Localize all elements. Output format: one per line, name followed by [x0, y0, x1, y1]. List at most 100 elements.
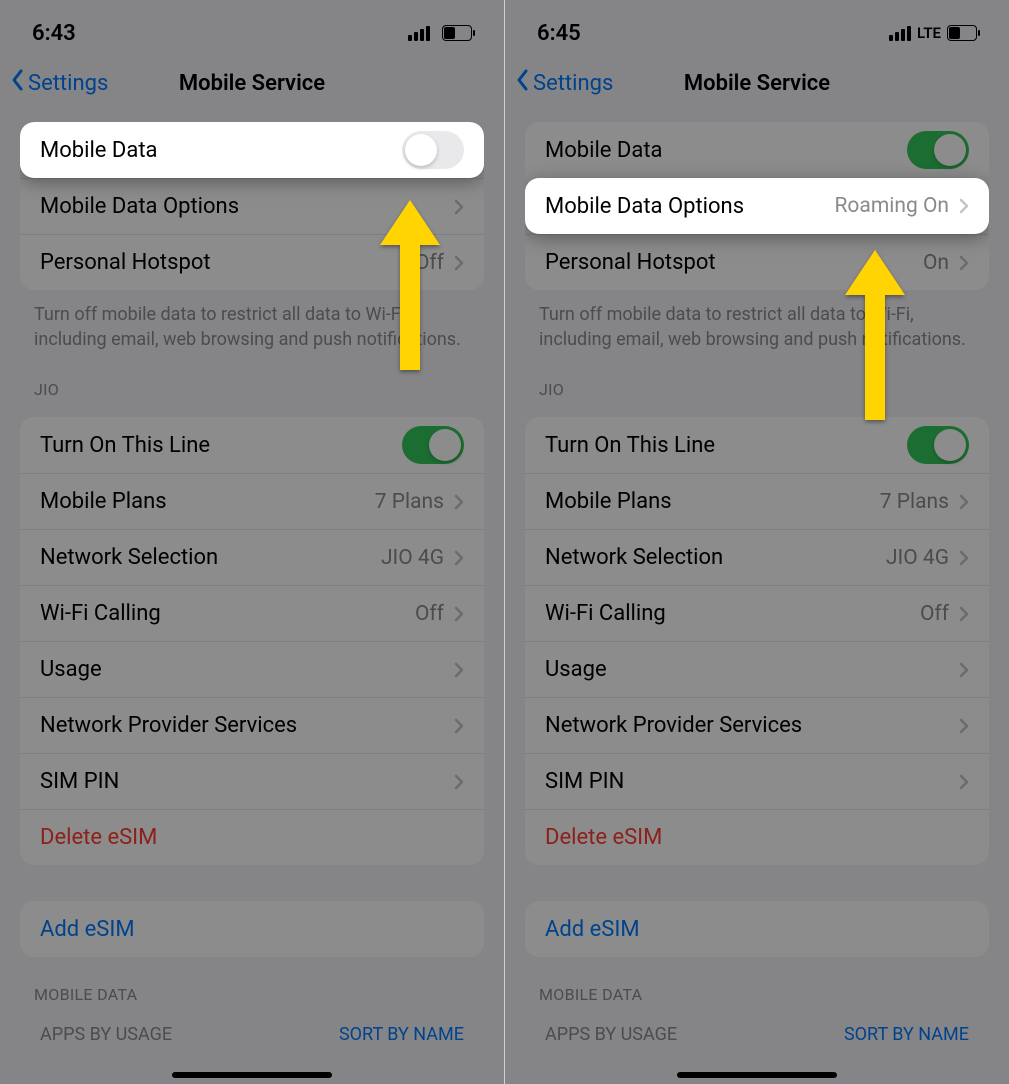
- provider-services-row[interactable]: Network Provider Services: [525, 697, 989, 753]
- mobile-data-group: Mobile Data Mobile Data Options Roaming …: [525, 122, 989, 290]
- status-lte: LTE: [917, 24, 941, 42]
- usage-row[interactable]: Usage: [525, 641, 989, 697]
- status-time: 6:43: [32, 21, 76, 46]
- turn-on-line-label: Turn On This Line: [40, 433, 210, 458]
- status-time: 6:45: [537, 21, 581, 46]
- turn-on-line-row[interactable]: Turn On This Line: [525, 417, 989, 473]
- personal-hotspot-value: Off: [415, 251, 444, 275]
- delete-esim-label: Delete eSIM: [545, 825, 662, 850]
- home-indicator[interactable]: [677, 1072, 837, 1078]
- personal-hotspot-row[interactable]: Personal Hotspot Off: [20, 234, 484, 290]
- phone-right: 6:45 LTE Settings Mobile Service Mobile …: [505, 0, 1009, 1084]
- add-esim-group: Add eSIM: [525, 901, 989, 957]
- provider-services-label: Network Provider Services: [545, 713, 802, 738]
- chevron-right-icon: [959, 198, 969, 214]
- mobile-plans-value: 7 Plans: [880, 490, 949, 514]
- status-icons: LTE: [889, 24, 977, 42]
- page-title: Mobile Service: [684, 71, 830, 96]
- wifi-calling-row[interactable]: Wi-Fi Calling Off: [525, 585, 989, 641]
- usage-label: Usage: [545, 657, 607, 682]
- sim-pin-label: SIM PIN: [40, 769, 119, 794]
- network-selection-value: JIO 4G: [886, 546, 949, 570]
- chevron-right-icon: [959, 550, 969, 566]
- signal-icon: [889, 26, 911, 41]
- chevron-right-icon: [454, 255, 464, 271]
- personal-hotspot-label: Personal Hotspot: [40, 250, 211, 275]
- mobile-data-footer: Turn off mobile data to restrict all dat…: [0, 290, 504, 352]
- add-esim-row[interactable]: Add eSIM: [525, 901, 989, 957]
- chevron-right-icon: [454, 494, 464, 510]
- apps-by-usage-label: APPS BY USAGE: [545, 1024, 677, 1045]
- back-button[interactable]: Settings: [515, 68, 613, 98]
- mobile-plans-label: Mobile Plans: [545, 489, 672, 514]
- chevron-right-icon: [454, 718, 464, 734]
- mobile-data-group: Mobile Data Mobile Data Options Personal…: [20, 122, 484, 290]
- sort-by-name-button[interactable]: SORT BY NAME: [844, 1024, 969, 1045]
- carrier-group: Turn On This Line Mobile Plans 7 Plans N…: [20, 417, 484, 865]
- sim-pin-row[interactable]: SIM PIN: [525, 753, 989, 809]
- mobile-data-options-row[interactable]: Mobile Data Options Roaming On: [525, 178, 989, 234]
- chevron-right-icon: [959, 718, 969, 734]
- network-selection-label: Network Selection: [545, 545, 723, 570]
- chevron-right-icon: [454, 606, 464, 622]
- usage-label: Usage: [40, 657, 102, 682]
- network-selection-row[interactable]: Network Selection JIO 4G: [525, 529, 989, 585]
- delete-esim-row[interactable]: Delete eSIM: [20, 809, 484, 865]
- carrier-section-header: JIO: [505, 352, 1009, 407]
- mobile-data-options-label: Mobile Data Options: [545, 194, 744, 219]
- mobile-data-row[interactable]: Mobile Data: [525, 122, 989, 178]
- wifi-calling-row[interactable]: Wi-Fi Calling Off: [20, 585, 484, 641]
- back-label: Settings: [533, 71, 613, 96]
- carrier-section-header: JIO: [0, 352, 504, 407]
- wifi-calling-label: Wi-Fi Calling: [40, 601, 161, 626]
- back-label: Settings: [28, 71, 108, 96]
- signal-icon: [408, 26, 430, 41]
- turn-on-line-row[interactable]: Turn On This Line: [20, 417, 484, 473]
- provider-services-label: Network Provider Services: [40, 713, 297, 738]
- back-button[interactable]: Settings: [10, 68, 108, 98]
- delete-esim-row[interactable]: Delete eSIM: [525, 809, 989, 865]
- chevron-right-icon: [454, 550, 464, 566]
- mobile-data-options-label: Mobile Data Options: [40, 194, 239, 219]
- apps-usage-header: APPS BY USAGE SORT BY NAME: [525, 1012, 989, 1045]
- personal-hotspot-value: On: [923, 251, 949, 275]
- turn-on-line-switch[interactable]: [907, 426, 969, 464]
- battery-icon: [442, 25, 472, 41]
- add-esim-label: Add eSIM: [545, 917, 640, 942]
- apps-usage-header: APPS BY USAGE SORT BY NAME: [20, 1012, 484, 1045]
- chevron-right-icon: [454, 662, 464, 678]
- chevron-right-icon: [454, 774, 464, 790]
- nav-bar: Settings Mobile Service: [505, 58, 1009, 108]
- battery-icon: [947, 25, 977, 41]
- sort-by-name-button[interactable]: SORT BY NAME: [339, 1024, 464, 1045]
- mobile-plans-row[interactable]: Mobile Plans 7 Plans: [20, 473, 484, 529]
- mobile-data-switch[interactable]: [402, 131, 464, 169]
- personal-hotspot-label: Personal Hotspot: [545, 250, 716, 275]
- mobile-data-label: Mobile Data: [545, 138, 663, 163]
- mobile-data-options-row[interactable]: Mobile Data Options: [20, 178, 484, 234]
- sim-pin-row[interactable]: SIM PIN: [20, 753, 484, 809]
- chevron-right-icon: [959, 494, 969, 510]
- chevron-right-icon: [959, 774, 969, 790]
- mobile-data-label: Mobile Data: [40, 138, 158, 163]
- mobile-data-footer: Turn off mobile data to restrict all dat…: [505, 290, 1009, 352]
- add-esim-row[interactable]: Add eSIM: [20, 901, 484, 957]
- status-icons: [408, 25, 472, 41]
- apps-by-usage-label: APPS BY USAGE: [40, 1024, 172, 1045]
- provider-services-row[interactable]: Network Provider Services: [20, 697, 484, 753]
- mobile-plans-row[interactable]: Mobile Plans 7 Plans: [525, 473, 989, 529]
- chevron-left-icon: [10, 68, 26, 98]
- usage-row[interactable]: Usage: [20, 641, 484, 697]
- network-selection-label: Network Selection: [40, 545, 218, 570]
- network-selection-value: JIO 4G: [381, 546, 444, 570]
- wifi-calling-value: Off: [415, 602, 444, 626]
- mobile-data-switch[interactable]: [907, 131, 969, 169]
- network-selection-row[interactable]: Network Selection JIO 4G: [20, 529, 484, 585]
- mobile-plans-value: 7 Plans: [375, 490, 444, 514]
- carrier-group: Turn On This Line Mobile Plans 7 Plans N…: [525, 417, 989, 865]
- home-indicator[interactable]: [172, 1072, 332, 1078]
- chevron-left-icon: [515, 68, 531, 98]
- mobile-data-row[interactable]: Mobile Data: [20, 122, 484, 178]
- turn-on-line-switch[interactable]: [402, 426, 464, 464]
- personal-hotspot-row[interactable]: Personal Hotspot On: [525, 234, 989, 290]
